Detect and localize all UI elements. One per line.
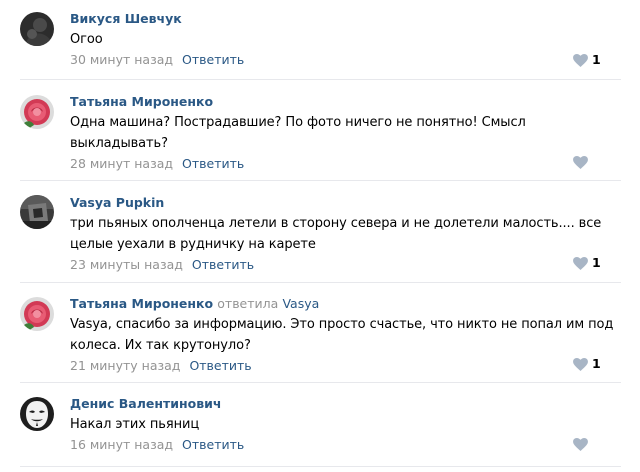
comment-meta: 21 минуту назад Ответить — [70, 357, 620, 375]
author-line: Денис Валентинович — [70, 395, 620, 413]
reply-to-label: ответила — [217, 296, 279, 311]
author-line: Татьяна Мироненко ответила Vasya — [70, 295, 620, 313]
comment-time[interactable]: 30 минут назад — [70, 52, 173, 67]
separator — [20, 382, 621, 383]
author-line: Vasya Pupkin — [70, 194, 620, 212]
comment-meta: 23 минуты назад Ответить — [70, 256, 620, 274]
heart-icon — [573, 54, 588, 67]
comment-time[interactable]: 28 минут назад — [70, 156, 173, 171]
reply-to-name[interactable]: Vasya — [282, 296, 319, 311]
like-button[interactable] — [573, 153, 607, 171]
avatar[interactable] — [20, 397, 54, 431]
reply-button[interactable]: Ответить — [192, 257, 254, 272]
comment-time[interactable]: 23 минуты назад — [70, 257, 183, 272]
avatar[interactable] — [20, 195, 54, 229]
author-line: Викуся Шевчук — [70, 10, 620, 28]
like-count: 1 — [592, 255, 601, 270]
reply-button[interactable]: Ответить — [189, 358, 251, 373]
comment-text: Одна машина? Пострадавшие? По фото ничег… — [70, 115, 526, 151]
author-name[interactable]: Татьяна Мироненко — [70, 296, 213, 311]
comment-text: Vasya, спасибо за информацию. Это просто… — [70, 317, 614, 353]
like-button[interactable]: 1 — [573, 51, 607, 69]
comment-text: Накал этих пьяниц — [70, 417, 200, 432]
like-count: 1 — [592, 52, 601, 67]
reply-button[interactable]: Ответить — [182, 156, 244, 171]
comment-time[interactable]: 21 минуту назад — [70, 358, 180, 373]
separator — [20, 466, 621, 467]
avatar[interactable] — [20, 297, 54, 331]
separator — [20, 79, 621, 80]
like-button[interactable]: 1 — [573, 254, 607, 272]
heart-icon — [573, 257, 588, 270]
comment-meta: 28 минут назад Ответить — [70, 155, 620, 173]
author-name[interactable]: Татьяна Мироненко — [70, 94, 213, 109]
heart-icon — [573, 358, 588, 371]
avatar[interactable] — [20, 95, 54, 129]
heart-icon — [573, 438, 588, 451]
author-name[interactable]: Vasya Pupkin — [70, 195, 164, 210]
reply-button[interactable]: Ответить — [182, 52, 244, 67]
like-button[interactable]: 1 — [573, 355, 607, 373]
separator — [20, 282, 621, 283]
comment-meta: 30 минут назад Ответить — [70, 51, 620, 69]
comment-text: три пьяных ополченца летели в сторону се… — [70, 216, 602, 252]
like-button[interactable] — [573, 435, 607, 453]
comment-text: Огоо — [70, 32, 103, 47]
author-line: Татьяна Мироненко — [70, 93, 620, 111]
author-name[interactable]: Денис Валентинович — [70, 396, 221, 411]
avatar[interactable] — [20, 12, 54, 46]
reply-button[interactable]: Ответить — [182, 437, 244, 452]
heart-icon — [573, 156, 588, 169]
like-count: 1 — [592, 356, 601, 371]
comment-meta: 16 минут назад Ответить — [70, 436, 620, 454]
separator — [20, 180, 621, 181]
comment-time[interactable]: 16 минут назад — [70, 437, 173, 452]
author-name[interactable]: Викуся Шевчук — [70, 11, 182, 26]
